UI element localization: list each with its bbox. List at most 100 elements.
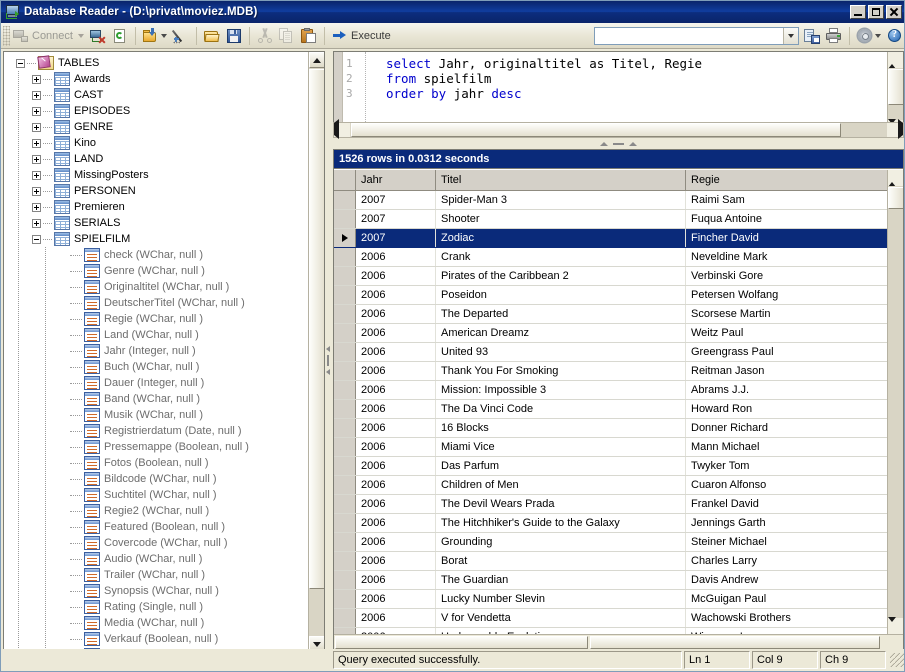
tree-node-table[interactable]: LAND: [8, 151, 309, 167]
editor-results-splitter[interactable]: [333, 139, 904, 148]
scroll-up-button[interactable]: [309, 52, 324, 68]
export-results-button[interactable]: [801, 25, 823, 47]
column-header-jahr[interactable]: Jahr: [356, 170, 436, 190]
table-row[interactable]: 2006 Crank Neveldine Mark: [334, 248, 903, 267]
cell-titel[interactable]: American Dreamz: [436, 324, 686, 342]
disconnect-button[interactable]: [87, 25, 109, 47]
row-selector-cell[interactable]: [334, 324, 356, 342]
tree-vertical-scrollbar[interactable]: [308, 52, 324, 652]
row-selector-cell[interactable]: [334, 419, 356, 437]
table-row[interactable]: 2006 Children of Men Cuaron Alfonso: [334, 476, 903, 495]
cell-jahr[interactable]: 2007: [356, 210, 436, 228]
tree-node-table[interactable]: EPISODES: [8, 103, 309, 119]
row-selector-cell[interactable]: [334, 457, 356, 475]
cell-jahr[interactable]: 2006: [356, 305, 436, 323]
table-row[interactable]: 2007 Spider-Man 3 Raimi Sam: [334, 191, 903, 210]
cell-regie[interactable]: Jennings Garth: [686, 514, 903, 532]
cut-button[interactable]: [254, 25, 276, 47]
tree-node-column[interactable]: Bildcode (WChar, null ): [8, 471, 309, 487]
tree-node-column[interactable]: Synopsis (WChar, null ): [8, 583, 309, 599]
tree-node-column[interactable]: Audio (WChar, null ): [8, 551, 309, 567]
refresh-button[interactable]: [109, 25, 131, 47]
cell-jahr[interactable]: 2006: [356, 343, 436, 361]
expand-toggle-icon[interactable]: [32, 90, 41, 100]
cell-regie[interactable]: Cuaron Alfonso: [686, 476, 903, 494]
cell-jahr[interactable]: 2006: [356, 476, 436, 494]
tree-node-tables[interactable]: TABLES: [8, 55, 309, 71]
tree-node-table[interactable]: PERSONEN: [8, 183, 309, 199]
scroll-thumb[interactable]: [351, 123, 841, 137]
cell-titel[interactable]: The Guardian: [436, 571, 686, 589]
tree-node-column[interactable]: Land (WChar, null ): [8, 327, 309, 343]
cell-jahr[interactable]: 2006: [356, 400, 436, 418]
cell-jahr[interactable]: 2006: [356, 248, 436, 266]
tree-node-table[interactable]: Awards: [8, 71, 309, 87]
cell-titel[interactable]: Children of Men: [436, 476, 686, 494]
cell-regie[interactable]: Frankel David: [686, 495, 903, 513]
cell-regie[interactable]: Verbinski Gore: [686, 267, 903, 285]
tree-node-column[interactable]: Featured (Boolean, null ): [8, 519, 309, 535]
column-header-regie[interactable]: Regie: [686, 170, 903, 190]
expand-toggle-icon[interactable]: [32, 218, 41, 228]
tree-node-column[interactable]: Genre (WChar, null ): [8, 263, 309, 279]
tree-node-column[interactable]: Suchtitel (WChar, null ): [8, 487, 309, 503]
cell-jahr[interactable]: 2006: [356, 533, 436, 551]
editor-horizontal-scrollbar[interactable]: [333, 119, 904, 139]
save-button[interactable]: [223, 25, 245, 47]
cell-regie[interactable]: Fincher David: [686, 229, 903, 247]
results-vertical-scrollbar[interactable]: [887, 170, 903, 634]
tree-node-table[interactable]: CAST: [8, 87, 309, 103]
cell-regie[interactable]: Donner Richard: [686, 419, 903, 437]
chevron-down-icon[interactable]: [77, 33, 84, 38]
scroll-right-button[interactable]: [898, 119, 903, 139]
help-button[interactable]: ?: [884, 25, 904, 47]
splitter-expand-left-icon[interactable]: [326, 368, 330, 375]
cell-titel[interactable]: The Da Vinci Code: [436, 400, 686, 418]
tree-node-column[interactable]: Dauer (Integer, null ): [8, 375, 309, 391]
database-tree[interactable]: TABLES Awards CAST EPISODES GENRE Kino LAND Mis…: [4, 52, 309, 668]
cell-jahr[interactable]: 2006: [356, 609, 436, 627]
cell-regie[interactable]: Davis Andrew: [686, 571, 903, 589]
cell-jahr[interactable]: 2007: [356, 191, 436, 209]
tree-node-table[interactable]: MissingPosters: [8, 167, 309, 183]
cell-jahr[interactable]: 2007: [356, 229, 436, 247]
cell-titel[interactable]: Mission: Impossible 3: [436, 381, 686, 399]
scroll-thumb[interactable]: [309, 69, 324, 589]
tree-node-table[interactable]: SPIELFILM: [8, 231, 309, 247]
cell-jahr[interactable]: 2006: [356, 438, 436, 456]
row-selector-cell[interactable]: [334, 438, 356, 456]
execute-button[interactable]: Execute: [329, 25, 397, 47]
chevron-down-icon[interactable]: [875, 33, 881, 38]
table-row[interactable]: 2006 Borat Charles Larry: [334, 552, 903, 571]
row-selector-cell[interactable]: [334, 191, 356, 209]
row-selector-cell[interactable]: [334, 248, 356, 266]
tree-node-table[interactable]: SERIALS: [8, 215, 309, 231]
resize-grip-icon[interactable]: [890, 653, 904, 667]
table-row[interactable]: 2006 The Devil Wears Prada Frankel David: [334, 495, 903, 514]
cell-titel[interactable]: Borat: [436, 552, 686, 570]
table-row[interactable]: 2006 The Departed Scorsese Martin: [334, 305, 903, 324]
table-row[interactable]: 2006 Pirates of the Caribbean 2 Verbinski …: [334, 267, 903, 286]
cell-titel[interactable]: V for Vendetta: [436, 609, 686, 627]
tree-node-column[interactable]: check (WChar, null ): [8, 247, 309, 263]
tree-node-column[interactable]: Musik (WChar, null ): [8, 407, 309, 423]
row-selector-cell[interactable]: [334, 286, 356, 304]
scroll-thumb[interactable]: [888, 69, 903, 105]
table-row[interactable]: 2006 Das Parfum Twyker Tom: [334, 457, 903, 476]
cell-regie[interactable]: Weitz Paul: [686, 324, 903, 342]
row-selector-cell[interactable]: [334, 381, 356, 399]
table-row[interactable]: 2007 Shooter Fuqua Antoine: [334, 210, 903, 229]
cell-regie[interactable]: Neveldine Mark: [686, 248, 903, 266]
tree-node-column[interactable]: Band (WChar, null ): [8, 391, 309, 407]
cell-regie[interactable]: Fuqua Antoine: [686, 210, 903, 228]
table-row[interactable]: 2006 The Hitchhiker's Guide to the Galaxy…: [334, 514, 903, 533]
expand-toggle-icon[interactable]: [32, 74, 41, 84]
cell-titel[interactable]: 16 Blocks: [436, 419, 686, 437]
row-selector-cell[interactable]: [334, 514, 356, 532]
cell-jahr[interactable]: 2006: [356, 267, 436, 285]
tree-node-column[interactable]: Originaltitel (WChar, null ): [8, 279, 309, 295]
cell-jahr[interactable]: 2006: [356, 495, 436, 513]
table-row[interactable]: 2006 16 Blocks Donner Richard: [334, 419, 903, 438]
maximize-button[interactable]: [868, 5, 884, 19]
row-selector-cell[interactable]: [334, 362, 356, 380]
